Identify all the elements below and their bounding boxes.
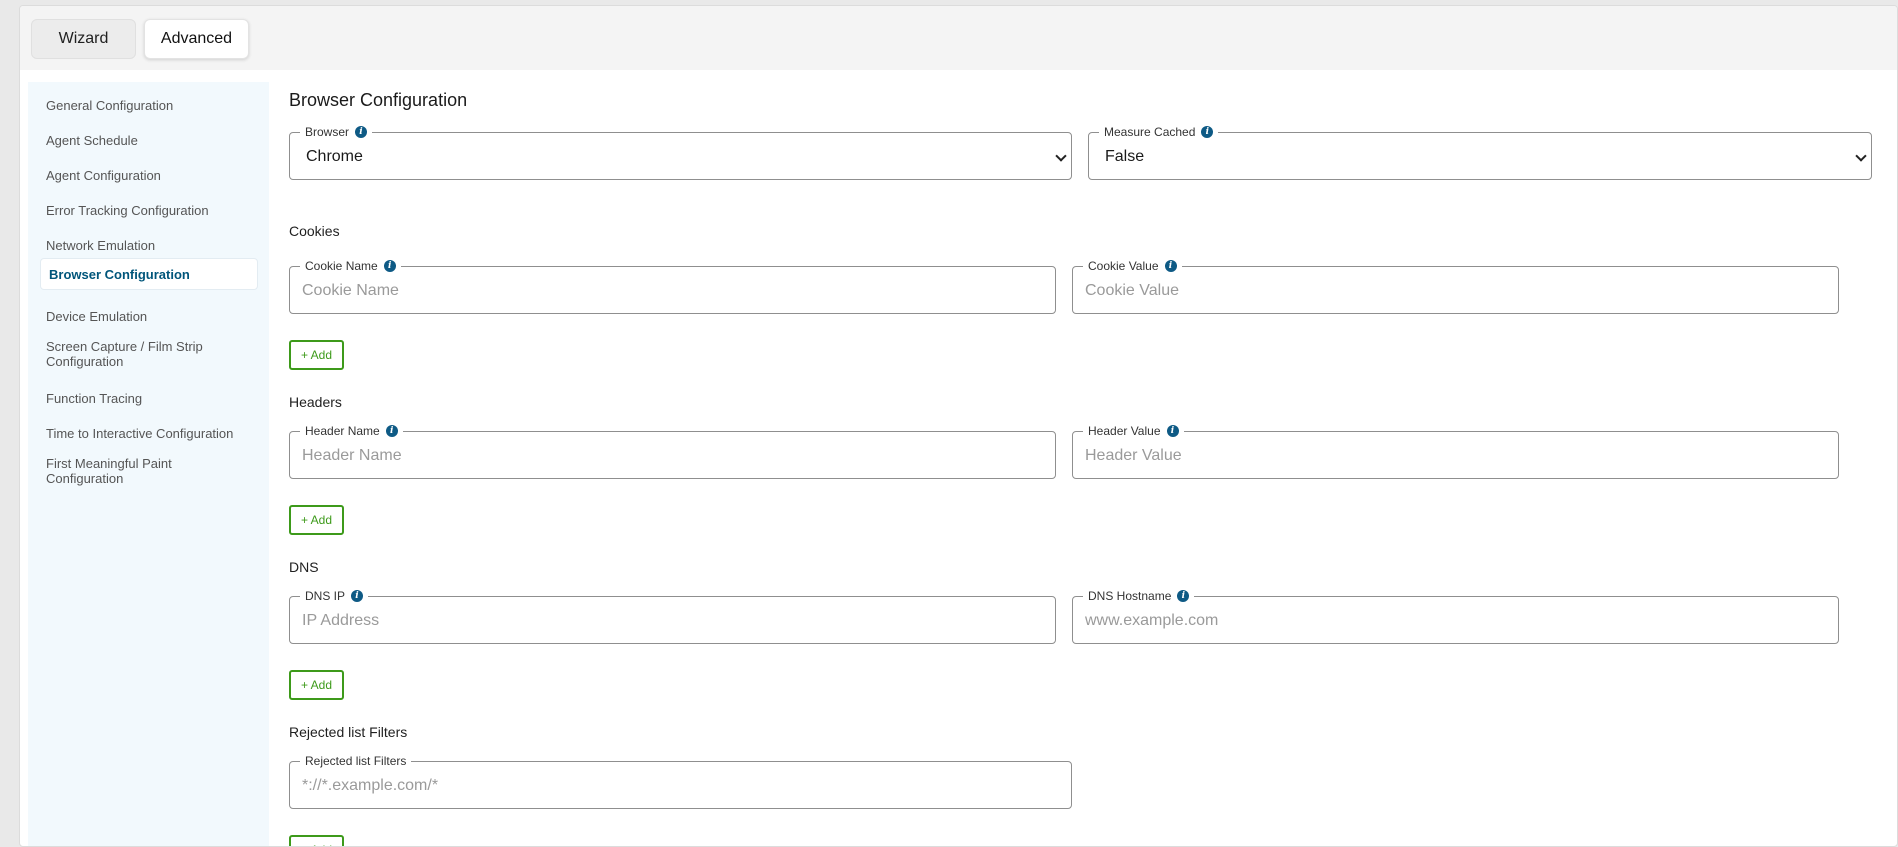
measure-cached-label: Measure Cached i [1099,125,1219,139]
sidebar-item-general-configuration[interactable]: General Configuration [37,98,254,113]
sidebar-item-agent-configuration[interactable]: Agent Configuration [37,168,254,183]
header-value-label-text: Header Value [1088,424,1161,438]
rejected-filters-input[interactable] [302,774,1059,798]
dns-heading: DNS [289,559,319,575]
add-rejected-filter-button[interactable]: + Add [289,835,344,846]
mode-tabs-bar: Wizard Advanced [20,6,1897,70]
info-icon[interactable]: i [385,425,398,437]
tab-advanced[interactable]: Advanced [144,19,249,59]
sidebar-item-agent-schedule[interactable]: Agent Schedule [37,133,254,148]
dns-hostname-label-text: DNS Hostname [1088,589,1172,603]
info-icon[interactable]: i [1177,590,1190,602]
info-icon[interactable]: i [1164,260,1177,272]
info-icon[interactable]: i [351,590,364,602]
info-icon[interactable]: i [1166,425,1179,437]
headers-heading: Headers [289,394,342,410]
add-cookie-button[interactable]: + Add [289,340,344,370]
cookie-value-field[interactable]: Cookie Value i [1072,259,1839,314]
cookies-heading: Cookies [289,223,340,239]
rejected-filters-label: Rejected list Filters [300,754,412,768]
cookie-value-label: Cookie Value i [1083,259,1182,273]
header-name-label: Header Name i [300,424,403,438]
rejected-filters-heading: Rejected list Filters [289,724,408,740]
header-name-label-text: Header Name [305,424,380,438]
sidebar-item-network-emulation[interactable]: Network Emulation [37,238,254,253]
cookie-name-label: Cookie Name i [300,259,401,273]
sidebar-item-device-emulation[interactable]: Device Emulation [37,309,254,324]
sidebar-nav: General Configuration Agent Schedule Age… [28,82,269,846]
app-window: Wizard Advanced General Configuration Ag… [19,5,1898,847]
add-dns-button[interactable]: + Add [289,670,344,700]
measure-cached-select[interactable]: Measure Cached i False [1088,125,1872,180]
dns-ip-input[interactable] [302,609,1043,633]
cookie-name-field[interactable]: Cookie Name i [289,259,1056,314]
dns-hostname-input[interactable] [1085,609,1826,633]
sidebar-item-error-tracking[interactable]: Error Tracking Configuration [37,203,254,218]
tab-wizard[interactable]: Wizard [31,19,136,59]
header-value-label: Header Value i [1083,424,1184,438]
info-icon[interactable]: i [355,126,368,138]
browser-label: Browser i [300,125,373,139]
header-name-input[interactable] [302,444,1043,468]
header-name-field[interactable]: Header Name i [289,424,1056,479]
rejected-filters-field[interactable]: Rejected list Filters [289,754,1072,809]
sidebar-item-browser-configuration[interactable]: Browser Configuration [40,258,258,290]
info-icon[interactable]: i [1201,126,1214,138]
dns-hostname-field[interactable]: DNS Hostname i [1072,589,1839,644]
chevron-down-icon [1055,150,1067,162]
browser-configuration-panel: Browser Configuration Browser i Chrome M… [289,82,1897,846]
measure-cached-select-value: False [1105,148,1145,165]
sidebar-item-first-meaningful-paint[interactable]: First Meaningful Paint Configuration [37,456,197,486]
cookie-value-input[interactable] [1085,279,1826,303]
cookie-name-input[interactable] [302,279,1043,303]
browser-label-text: Browser [305,125,350,139]
header-value-input[interactable] [1085,444,1826,468]
browser-select-value: Chrome [306,148,363,165]
dns-hostname-label: DNS Hostname i [1083,589,1195,603]
page-title: Browser Configuration [289,90,468,110]
header-value-field[interactable]: Header Value i [1072,424,1839,479]
sidebar-item-function-tracing[interactable]: Function Tracing [37,391,254,406]
add-header-button[interactable]: + Add [289,505,344,535]
dns-ip-label-text: DNS IP [305,589,346,603]
cookie-name-label-text: Cookie Name [305,259,378,273]
measure-cached-label-text: Measure Cached [1104,125,1196,139]
sidebar-item-time-to-interactive[interactable]: Time to Interactive Configuration [37,426,254,441]
chevron-down-icon [1855,150,1867,162]
dns-ip-label: DNS IP i [300,589,369,603]
browser-select[interactable]: Browser i Chrome [289,125,1072,180]
cookie-value-label-text: Cookie Value [1088,259,1159,273]
dns-ip-field[interactable]: DNS IP i [289,589,1056,644]
rejected-filters-label-text: Rejected list Filters [305,754,407,768]
sidebar-item-screen-capture[interactable]: Screen Capture / Film Strip Configuratio… [37,339,227,369]
info-icon[interactable]: i [383,260,396,272]
